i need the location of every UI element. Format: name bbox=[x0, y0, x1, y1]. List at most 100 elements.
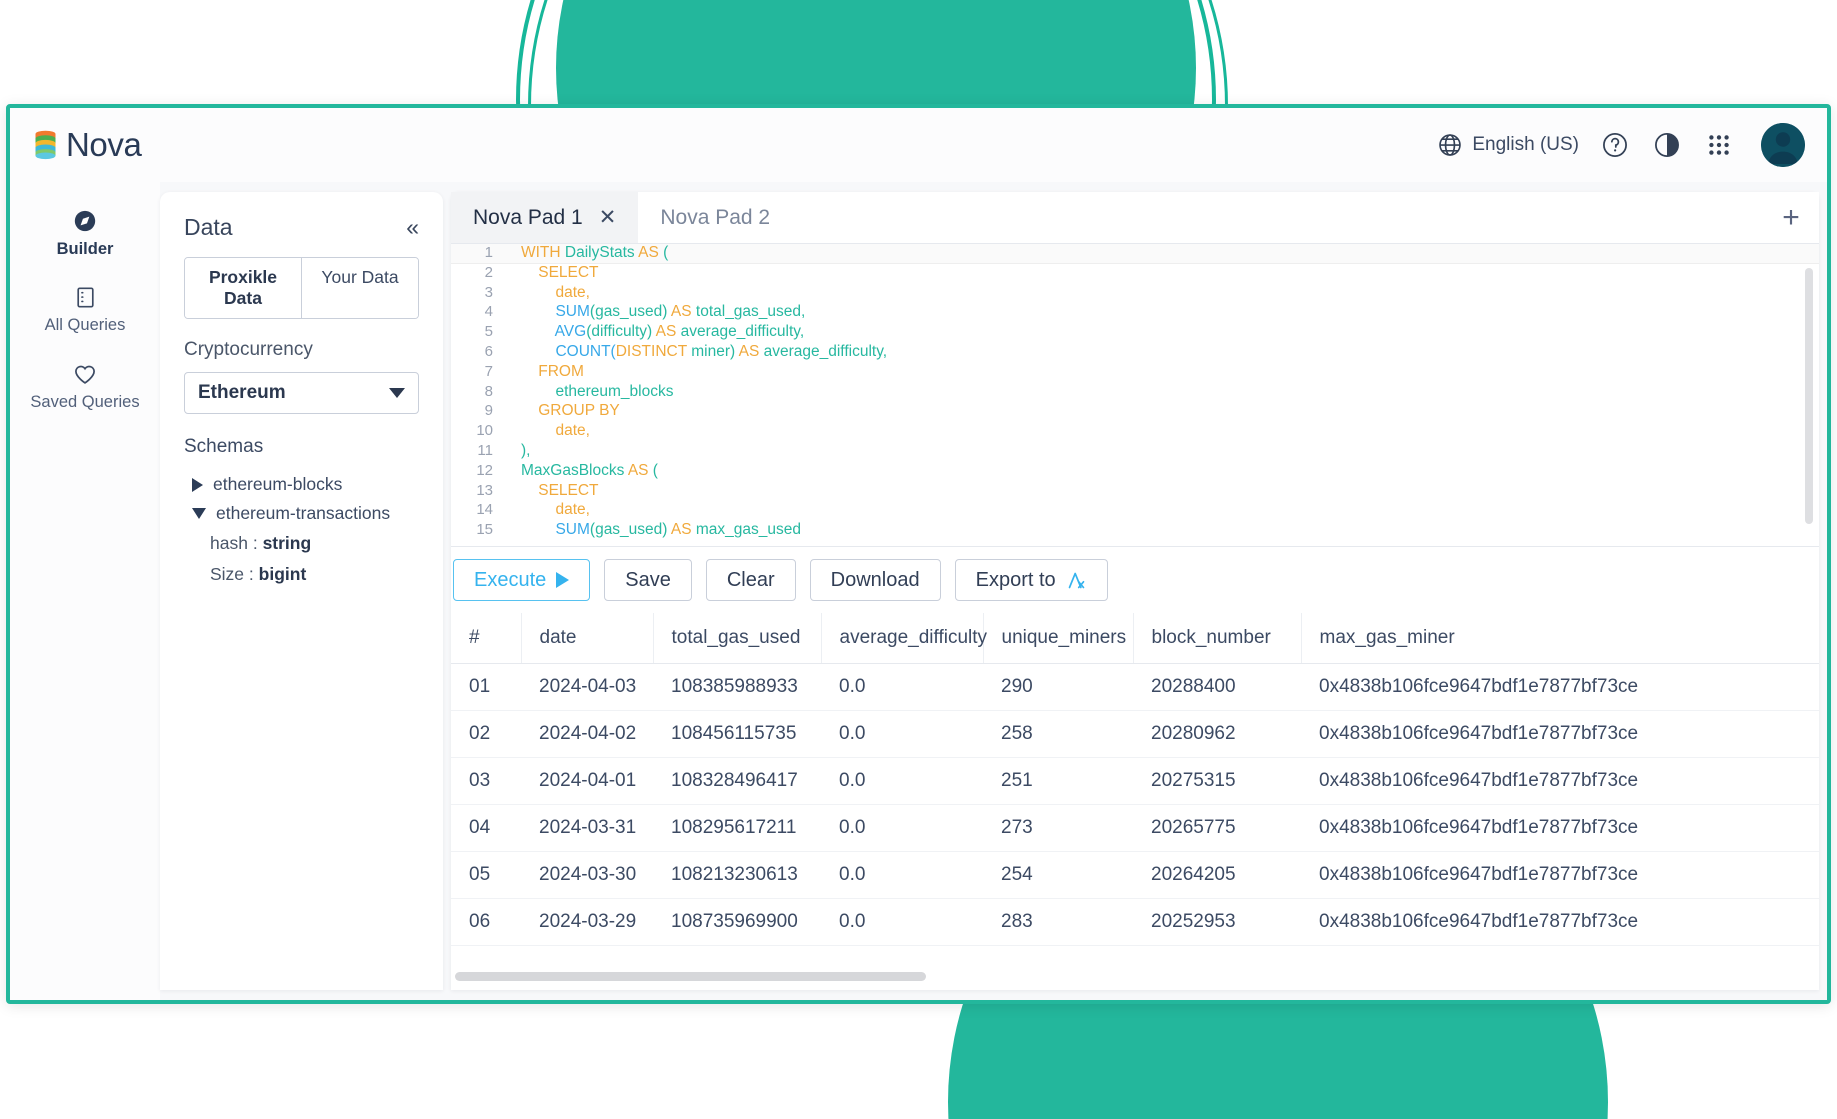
table-cell: 01 bbox=[451, 663, 521, 711]
code-line: 6 COUNT(DISTINCT miner) AS average_diffi… bbox=[451, 343, 1819, 363]
table-cell: 108328496417 bbox=[653, 757, 821, 805]
clear-button[interactable]: Clear bbox=[705, 559, 796, 601]
code-token: DISTINCT bbox=[615, 342, 687, 360]
th-index[interactable]: # bbox=[451, 613, 522, 664]
collapse-panel-icon[interactable]: « bbox=[406, 216, 419, 239]
sql-code-area[interactable]: 1 WITH DailyStats AS (2 SELECT 3 date, 4 SU… bbox=[451, 244, 1819, 541]
code-text: MaxGasBlocks AS ( bbox=[505, 462, 658, 480]
field-name: hash bbox=[210, 533, 248, 553]
code-token: (gas_used) bbox=[589, 521, 668, 539]
editor-tab-strip: Nova Pad 1 ✕ Nova Pad 2 + bbox=[451, 192, 1819, 244]
schema-node-ethereum-transactions[interactable]: ethereum-transactions bbox=[184, 499, 419, 528]
table-cell: 20275315 bbox=[1133, 757, 1301, 805]
tab-proxikle-data[interactable]: Proxikle Data bbox=[185, 258, 301, 318]
th-max-gas-miner[interactable]: max_gas_miner bbox=[1301, 613, 1819, 664]
table-cell: 290 bbox=[983, 663, 1133, 711]
results-table-head: # date total_gas_used average_difficulty… bbox=[451, 613, 1819, 664]
code-token: ( bbox=[648, 461, 658, 479]
close-icon[interactable]: ✕ bbox=[599, 205, 617, 230]
sql-editor[interactable]: 1 WITH DailyStats AS (2 SELECT 3 date, 4 SU… bbox=[451, 244, 1819, 547]
sidebar-item-builder[interactable]: Builder bbox=[21, 208, 149, 259]
sidebar-rail: Builder All Queries Saved Queries bbox=[10, 182, 160, 1000]
line-number: 9 bbox=[484, 402, 493, 420]
sidebar-item-all-queries[interactable]: All Queries bbox=[21, 285, 149, 335]
tab-nova-pad-2[interactable]: Nova Pad 2 bbox=[638, 192, 792, 243]
table-row[interactable]: 03 2024-04-01 108328496417 0.0 251 20275315 0x… bbox=[451, 757, 1819, 805]
table-row[interactable]: 04 2024-03-31 108295617211 0.0 273 20265775 0x… bbox=[451, 804, 1819, 852]
schema-field[interactable]: hash : string bbox=[184, 528, 419, 559]
results-table-scroll[interactable]: # date total_gas_used average_difficulty… bbox=[451, 613, 1819, 968]
th-date[interactable]: date bbox=[521, 613, 654, 664]
export-label: Export to bbox=[975, 568, 1056, 591]
avatar[interactable] bbox=[1761, 123, 1805, 167]
chevron-right-icon bbox=[192, 477, 203, 492]
code-line: 7 FROM bbox=[451, 363, 1819, 383]
tab-nova-pad-1[interactable]: Nova Pad 1 ✕ bbox=[451, 192, 639, 243]
table-cell: 0x4838b106fce9647bdf1e7877bf73ce bbox=[1301, 710, 1819, 758]
code-line: 8 ethereum_blocks bbox=[451, 383, 1819, 403]
code-line: 3 date, bbox=[451, 284, 1819, 304]
table-row[interactable]: 06 2024-03-29 108735969900 0.0 283 20252953 0x… bbox=[451, 898, 1819, 946]
apps-grid-button[interactable] bbox=[1703, 129, 1735, 161]
table-cell: 0x4838b106fce9647bdf1e7877bf73ce bbox=[1301, 898, 1819, 946]
line-number: 12 bbox=[476, 461, 493, 479]
th-block-number[interactable]: block_number bbox=[1133, 613, 1302, 664]
line-number: 13 bbox=[476, 481, 493, 499]
sidebar-label-saved-queries: Saved Queries bbox=[30, 393, 140, 411]
code-token: AS bbox=[735, 342, 764, 360]
results-table-body: 01 2024-04-03 108385988933 0.0 290 20288400 0x… bbox=[451, 663, 1819, 946]
table-cell: 20264205 bbox=[1133, 851, 1301, 899]
code-token: total_gas_used, bbox=[695, 303, 806, 321]
cryptocurrency-select[interactable]: Ethereum bbox=[184, 372, 419, 414]
table-cell: 0.0 bbox=[821, 663, 983, 711]
export-button[interactable]: Export to bbox=[954, 559, 1108, 601]
table-cell: 20288400 bbox=[1133, 663, 1301, 711]
execute-button[interactable]: Execute bbox=[453, 559, 591, 601]
theme-toggle-button[interactable] bbox=[1651, 129, 1683, 161]
line-number: 10 bbox=[476, 422, 493, 440]
globe-icon bbox=[1439, 134, 1462, 156]
th-total-gas-used[interactable]: total_gas_used bbox=[653, 613, 822, 664]
table-cell: 108456115735 bbox=[653, 710, 821, 758]
table-cell: 02 bbox=[451, 710, 521, 758]
tab-label: Nova Pad 2 bbox=[660, 205, 771, 229]
code-token: date, bbox=[521, 283, 590, 301]
field-type: bigint bbox=[258, 564, 307, 584]
editor-vertical-scrollbar[interactable] bbox=[1805, 268, 1813, 524]
language-selector[interactable]: English (US) bbox=[1437, 132, 1579, 158]
help-button[interactable] bbox=[1599, 129, 1631, 161]
add-tab-button[interactable]: + bbox=[1763, 192, 1819, 243]
table-row[interactable]: 01 2024-04-03 108385988933 0.0 290 20288400 0x… bbox=[451, 663, 1819, 711]
table-cell: 108295617211 bbox=[653, 804, 821, 852]
code-line: 14 date, bbox=[451, 501, 1819, 521]
table-cell: 0.0 bbox=[821, 710, 983, 758]
table-row[interactable]: 05 2024-03-30 108213230613 0.0 254 20264205 0x… bbox=[451, 851, 1819, 899]
results-horizontal-scrollbar-thumb[interactable] bbox=[455, 972, 926, 981]
code-token: FROM bbox=[521, 362, 584, 380]
sidebar-item-saved-queries[interactable]: Saved Queries bbox=[21, 361, 149, 412]
table-cell: 2024-03-31 bbox=[521, 804, 653, 852]
schema-node-ethereum-blocks[interactable]: ethereum-blocks bbox=[184, 470, 419, 499]
code-line: 1 WITH DailyStats AS ( bbox=[451, 244, 1819, 264]
code-line: 15 SUM(gas_used) AS max_gas_used bbox=[451, 521, 1819, 541]
line-number: 8 bbox=[484, 382, 493, 400]
save-button[interactable]: Save bbox=[604, 559, 692, 601]
schema-field[interactable]: Size : bigint bbox=[184, 559, 419, 590]
app-logo[interactable]: Nova bbox=[34, 126, 142, 164]
download-button[interactable]: Download bbox=[809, 559, 941, 601]
line-number: 6 bbox=[484, 342, 493, 360]
code-text: AVG(difficulty) AS average_difficulty, bbox=[505, 323, 805, 341]
table-cell: 0x4838b106fce9647bdf1e7877bf73ce bbox=[1301, 804, 1819, 852]
table-row[interactable]: 02 2024-04-02 108456115735 0.0 258 20280962 0x… bbox=[451, 710, 1819, 758]
th-average-difficulty[interactable]: average_difficulty bbox=[821, 613, 987, 664]
table-cell: 05 bbox=[451, 851, 521, 899]
app-window: Nova English (US) Builder All Queries Sa… bbox=[6, 104, 1831, 1004]
table-cell: 0x4838b106fce9647bdf1e7877bf73ce bbox=[1301, 757, 1819, 805]
line-number: 15 bbox=[476, 521, 493, 539]
line-number: 4 bbox=[484, 303, 493, 321]
results-horizontal-scrollbar-track[interactable] bbox=[451, 968, 1819, 990]
code-token: GROUP BY bbox=[521, 402, 620, 420]
tab-your-data[interactable]: Your Data bbox=[301, 258, 418, 318]
th-unique-miners[interactable]: unique_miners bbox=[983, 613, 1134, 664]
code-text: FROM bbox=[505, 363, 584, 381]
